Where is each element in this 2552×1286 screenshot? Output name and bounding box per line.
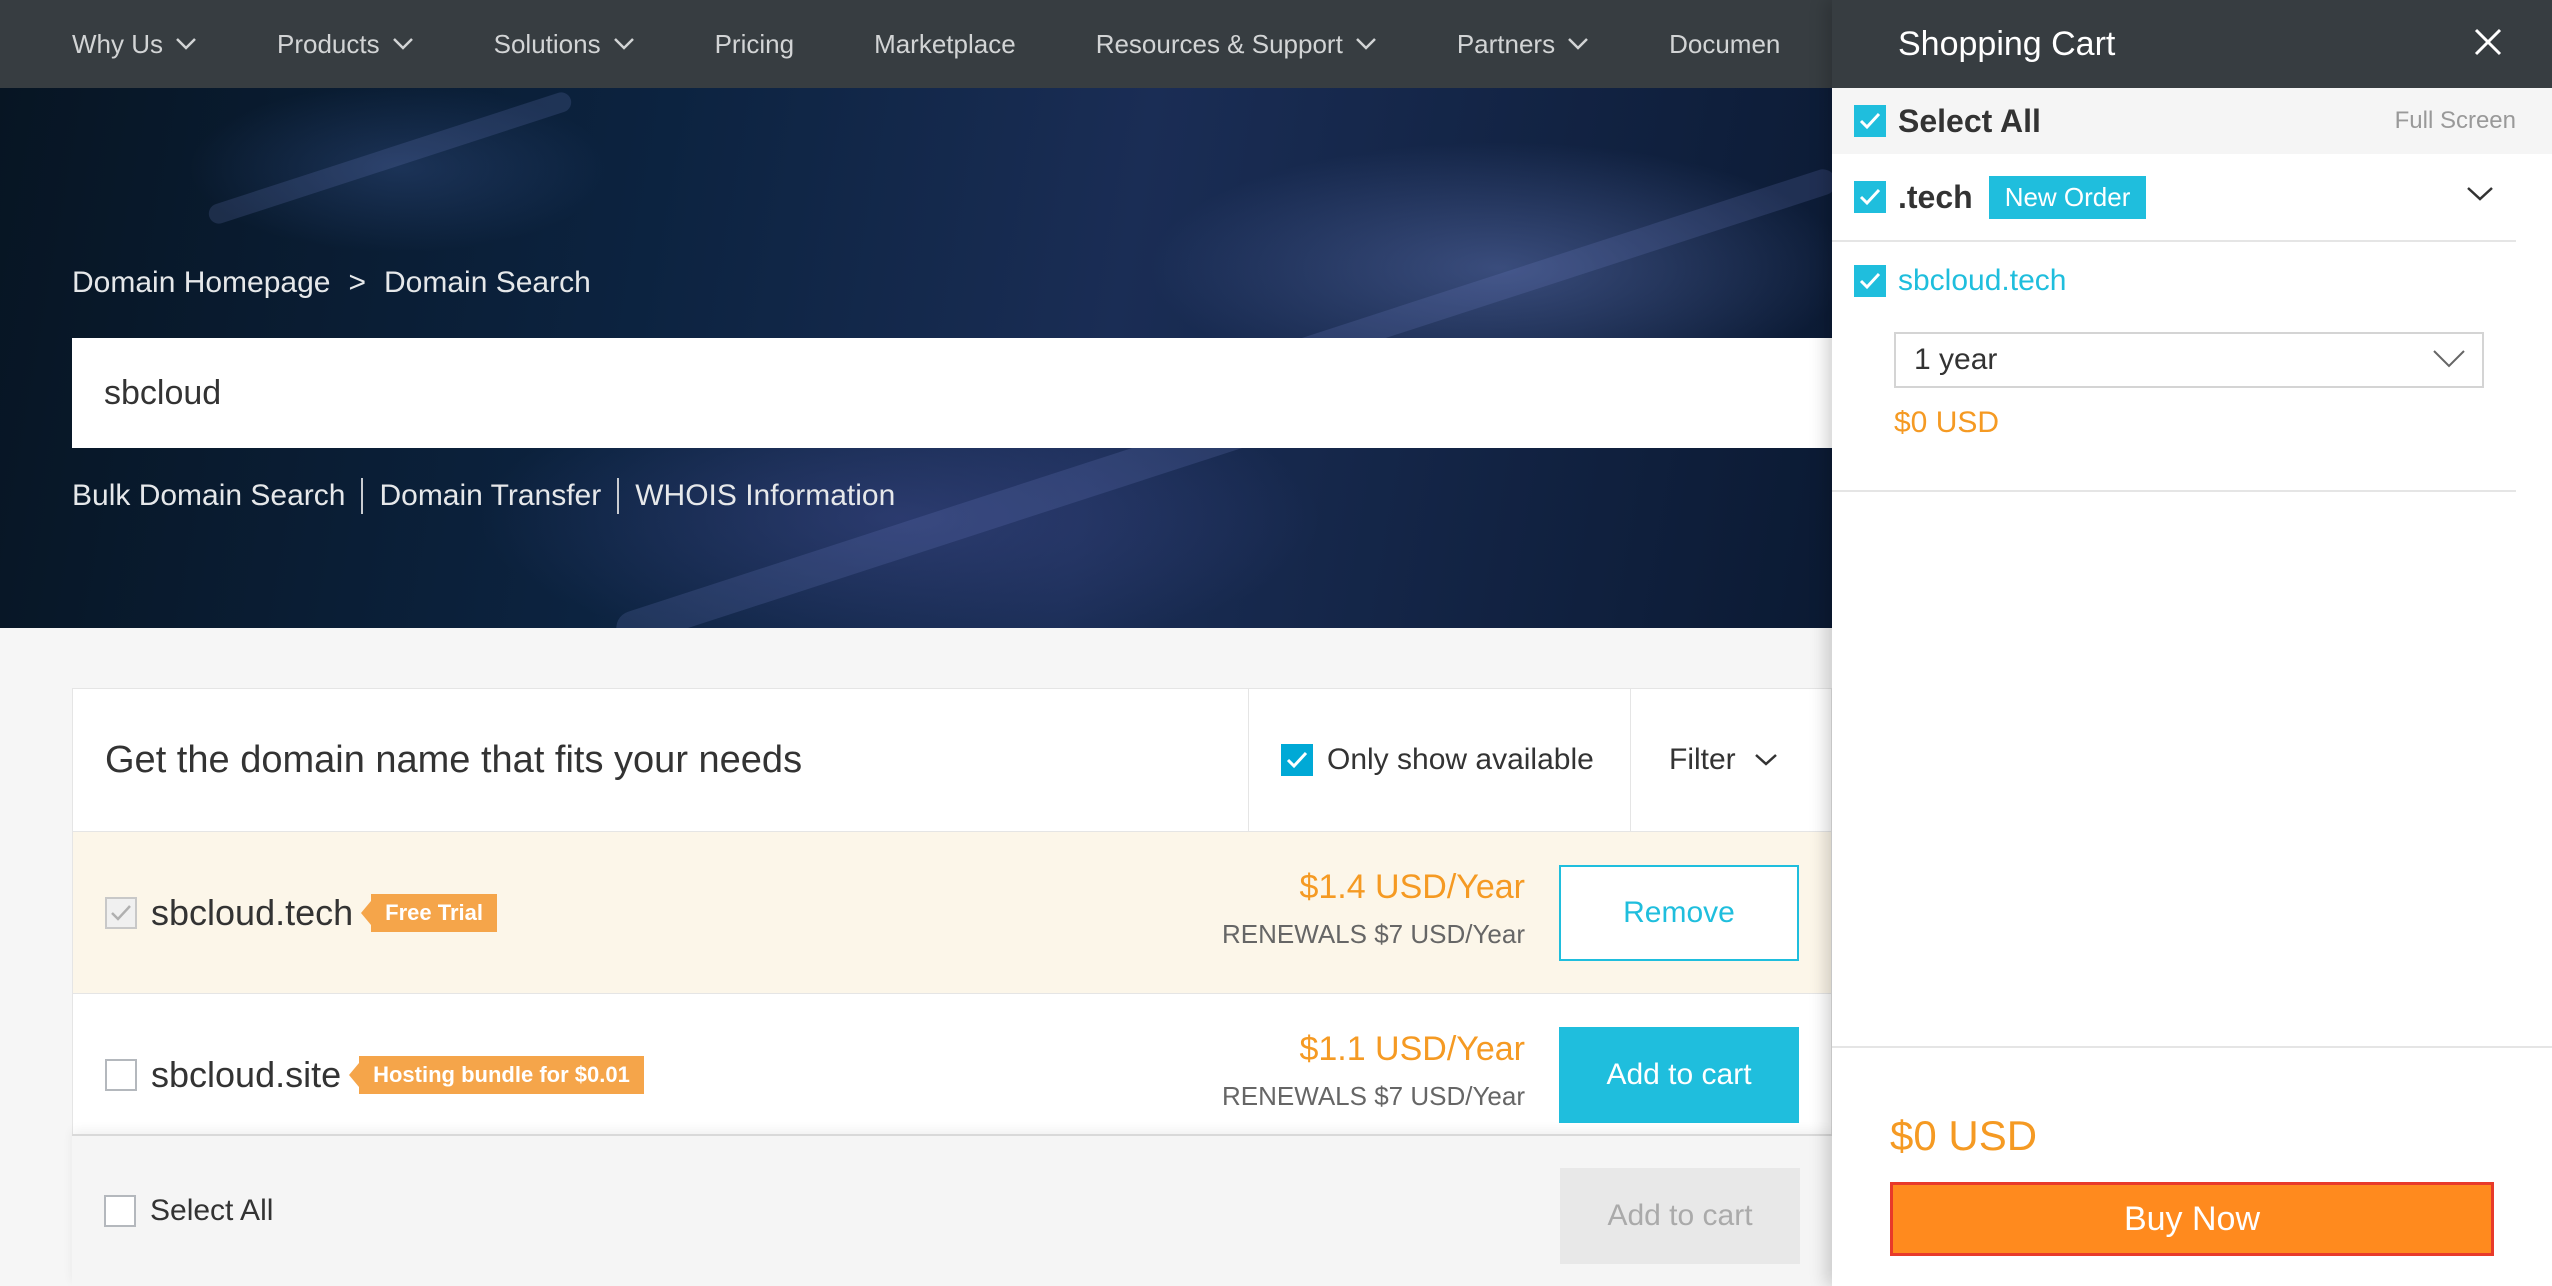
full-screen-link[interactable]: Full Screen <box>2395 107 2516 135</box>
group-name: .tech <box>1898 178 1973 215</box>
promo-tag: Hosting bundle for $0.01 <box>349 1055 644 1094</box>
domain-price: $1.1 USD/Year <box>1299 1030 1525 1068</box>
nav-why-us[interactable]: Why Us <box>72 29 197 60</box>
cart-header: Shopping Cart <box>1832 0 2552 88</box>
cart-item-amount: $0 USD <box>1894 406 2000 439</box>
renewal-price: RENEWALS $7 USD/Year <box>1222 1081 1525 1111</box>
remove-button[interactable]: Remove <box>1559 865 1799 961</box>
results-title: Get the domain name that fits your needs <box>73 689 1249 831</box>
domain-price: $1.4 USD/Year <box>1299 868 1525 906</box>
nav-products[interactable]: Products <box>277 29 414 60</box>
chevron-down-icon <box>1754 754 1777 766</box>
search-results: Get the domain name that fits your needs… <box>72 688 1832 1156</box>
only-available-checkbox[interactable] <box>1281 744 1313 776</box>
nav-partners[interactable]: Partners <box>1457 29 1589 60</box>
link-divider <box>617 478 620 514</box>
period-value: 1 year <box>1914 343 1998 376</box>
bulk-action-bar: Select All Add to cart <box>72 1134 1832 1286</box>
breadcrumb-separator: > <box>348 266 367 299</box>
cart-group-header: .tech New Order <box>1832 154 2516 242</box>
cart-select-all-checkbox[interactable] <box>1854 105 1886 137</box>
chevron-down-icon <box>392 38 413 50</box>
checkmark-icon <box>1286 751 1308 769</box>
breadcrumb: Domain Homepage > Domain Search <box>72 266 591 300</box>
breadcrumb-home[interactable]: Domain Homepage <box>72 266 330 300</box>
price-block: $1.4 USD/Year RENEWALS $7 USD/Year <box>1222 868 1525 950</box>
cart-title: Shopping Cart <box>1898 24 2116 63</box>
chevron-down-icon <box>176 38 196 50</box>
result-row: sbcloud.tech Free Trial $1.4 USD/Year RE… <box>72 832 1832 994</box>
promo-tag: Free Trial <box>361 893 497 932</box>
price-block: $1.1 USD/Year RENEWALS $7 USD/Year <box>1222 1030 1525 1112</box>
only-show-available-toggle[interactable]: Only show available <box>1249 689 1631 831</box>
bulk-domain-search-link[interactable]: Bulk Domain Search <box>72 479 345 513</box>
add-to-cart-button[interactable]: Add to cart <box>1559 1027 1799 1123</box>
shopping-cart-drawer: Shopping Cart Select All Full Screen .te… <box>1832 0 2552 1286</box>
cart-select-all-row: Select All Full Screen <box>1832 88 2552 154</box>
link-divider <box>361 478 364 514</box>
select-all-label: Select All <box>150 1194 274 1227</box>
domain-name: sbcloud.site <box>151 1053 342 1095</box>
cart-item: sbcloud.tech 1 year $0 USD <box>1832 242 2516 492</box>
result-row: sbcloud.site Hosting bundle for $0.01 $1… <box>72 994 1832 1156</box>
hero-decoration <box>206 89 574 227</box>
cart-item-domain[interactable]: sbcloud.tech <box>1898 264 2066 298</box>
cart-item-checkbox[interactable] <box>1854 265 1886 297</box>
chevron-down-icon <box>1568 38 1588 50</box>
chevron-down-icon <box>1355 38 1376 50</box>
nav-pricing[interactable]: Pricing <box>715 29 794 60</box>
filter-label: Filter <box>1669 743 1736 776</box>
domain-name: sbcloud.tech <box>151 891 354 933</box>
only-available-label: Only show available <box>1327 743 1594 776</box>
row-checkbox[interactable] <box>105 896 137 929</box>
domain-search-box <box>72 338 1832 448</box>
chevron-down-icon <box>613 38 634 50</box>
checkmark-icon <box>111 904 131 921</box>
bulk-add-to-cart-button[interactable]: Add to cart <box>1560 1168 1800 1264</box>
cart-select-all-label: Select All <box>1898 102 2041 139</box>
period-select[interactable]: 1 year <box>1894 332 2484 388</box>
row-checkbox[interactable] <box>105 1058 137 1091</box>
hero-banner: Domain Homepage > Domain Search Bulk Dom… <box>0 88 1832 628</box>
group-checkbox[interactable] <box>1854 181 1886 213</box>
nav-resources-support[interactable]: Resources & Support <box>1096 29 1377 60</box>
checkmark-icon <box>1859 188 1881 206</box>
whois-information-link[interactable]: WHOIS Information <box>635 479 895 513</box>
buy-now-button[interactable]: Buy Now <box>1890 1182 2494 1256</box>
close-icon[interactable] <box>2470 24 2506 60</box>
checkmark-icon <box>1859 272 1881 290</box>
results-header: Get the domain name that fits your needs… <box>72 688 1832 832</box>
select-all-checkbox[interactable] <box>104 1195 136 1227</box>
filter-dropdown[interactable]: Filter <box>1631 743 1778 777</box>
chevron-down-icon[interactable] <box>2466 186 2494 202</box>
search-sublinks: Bulk Domain Search Domain Transfer WHOIS… <box>72 478 895 514</box>
chevron-down-icon <box>2433 350 2465 368</box>
cart-footer: $0 USD Buy Now <box>1832 1046 2552 1286</box>
nav-marketplace[interactable]: Marketplace <box>874 29 1016 60</box>
domain-transfer-link[interactable]: Domain Transfer <box>379 479 601 513</box>
nav-documentation[interactable]: Documen <box>1669 29 1780 60</box>
domain-search-input[interactable] <box>104 373 1832 413</box>
new-order-badge: New Order <box>1988 175 2147 219</box>
checkmark-icon <box>1859 112 1881 130</box>
nav-solutions[interactable]: Solutions <box>494 29 635 60</box>
cart-total: $0 USD <box>1890 1112 2038 1159</box>
breadcrumb-current: Domain Search <box>384 266 591 299</box>
renewal-price: RENEWALS $7 USD/Year <box>1222 919 1525 949</box>
